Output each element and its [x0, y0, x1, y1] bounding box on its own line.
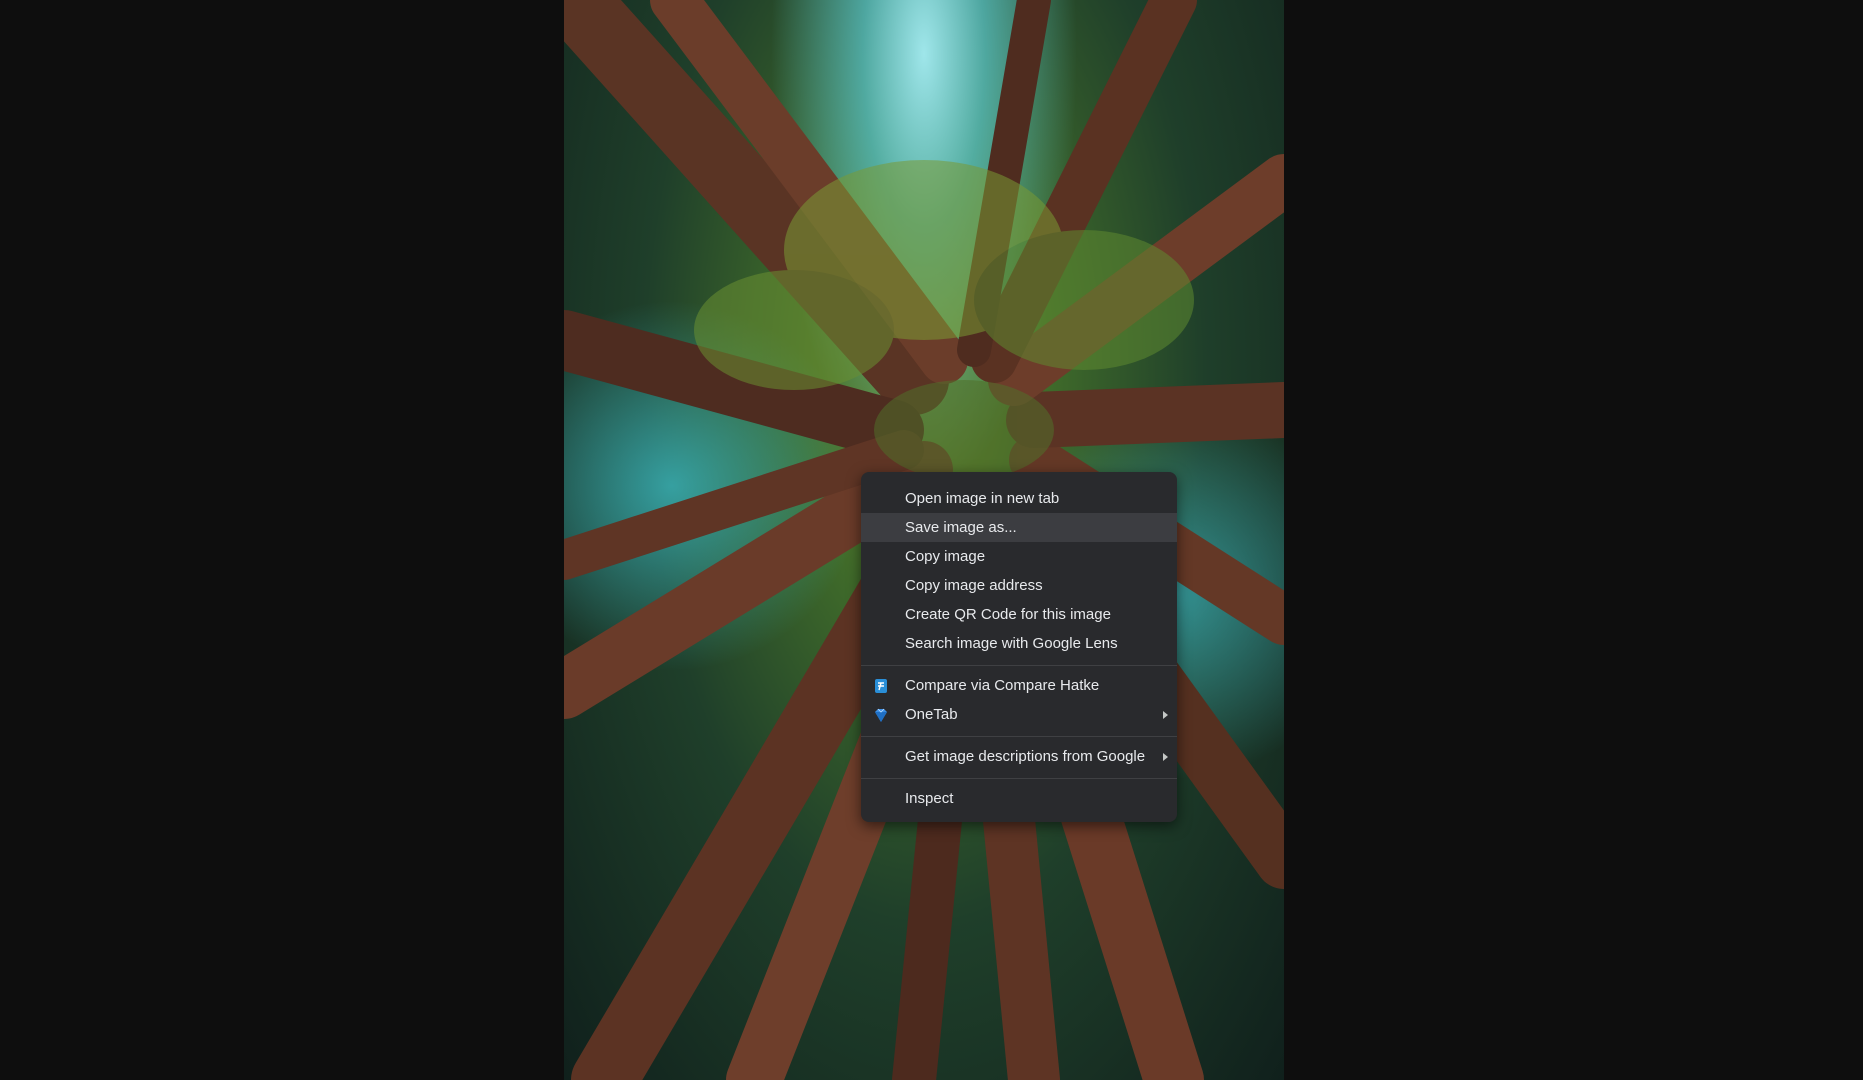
image-context-menu: Open image in new tab Save image as... Cop… — [861, 472, 1177, 822]
menu-item-label: Copy image address — [905, 577, 1043, 594]
menu-item-label: Compare via Compare Hatke — [905, 677, 1100, 694]
menu-item-compare-via-compare-hatke[interactable]: Compare via Compare Hatke — [861, 671, 1177, 700]
menu-item-create-qr-code-for-this-image[interactable]: Create QR Code for this image — [861, 600, 1177, 629]
menu-item-label: Get image descriptions from Google — [905, 748, 1146, 765]
menu-item-label: Open image in new tab — [905, 490, 1060, 507]
menu-item-label: OneTab — [905, 706, 958, 723]
menu-item-label: Inspect — [905, 790, 954, 807]
menu-item-get-image-descriptions-from-google[interactable]: Get image descriptions from Google — [861, 742, 1177, 771]
menu-item-label: Save image as... — [905, 519, 1017, 536]
compare-hatke-icon — [873, 678, 889, 694]
menu-item-onetab[interactable]: OneTab — [861, 700, 1177, 729]
menu-item-label: Copy image — [905, 548, 986, 565]
chevron-right-icon — [1163, 711, 1168, 719]
chevron-right-icon — [1163, 753, 1168, 761]
onetab-icon — [873, 707, 889, 723]
menu-item-inspect[interactable]: Inspect — [861, 784, 1177, 813]
menu-item-search-image-with-google-lens[interactable]: Search image with Google Lens — [861, 629, 1177, 658]
menu-item-label: Search image with Google Lens — [905, 635, 1118, 652]
menu-item-open-image-in-new-tab[interactable]: Open image in new tab — [861, 484, 1177, 513]
menu-item-save-image-as[interactable]: Save image as... — [861, 513, 1177, 542]
menu-item-copy-image-address[interactable]: Copy image address — [861, 571, 1177, 600]
menu-item-copy-image[interactable]: Copy image — [861, 542, 1177, 571]
menu-separator — [861, 665, 1177, 666]
browser-viewport: Open image in new tab Save image as... Cop… — [0, 0, 1863, 1080]
menu-item-label: Create QR Code for this image — [905, 606, 1111, 623]
menu-separator — [861, 778, 1177, 779]
menu-separator — [861, 736, 1177, 737]
